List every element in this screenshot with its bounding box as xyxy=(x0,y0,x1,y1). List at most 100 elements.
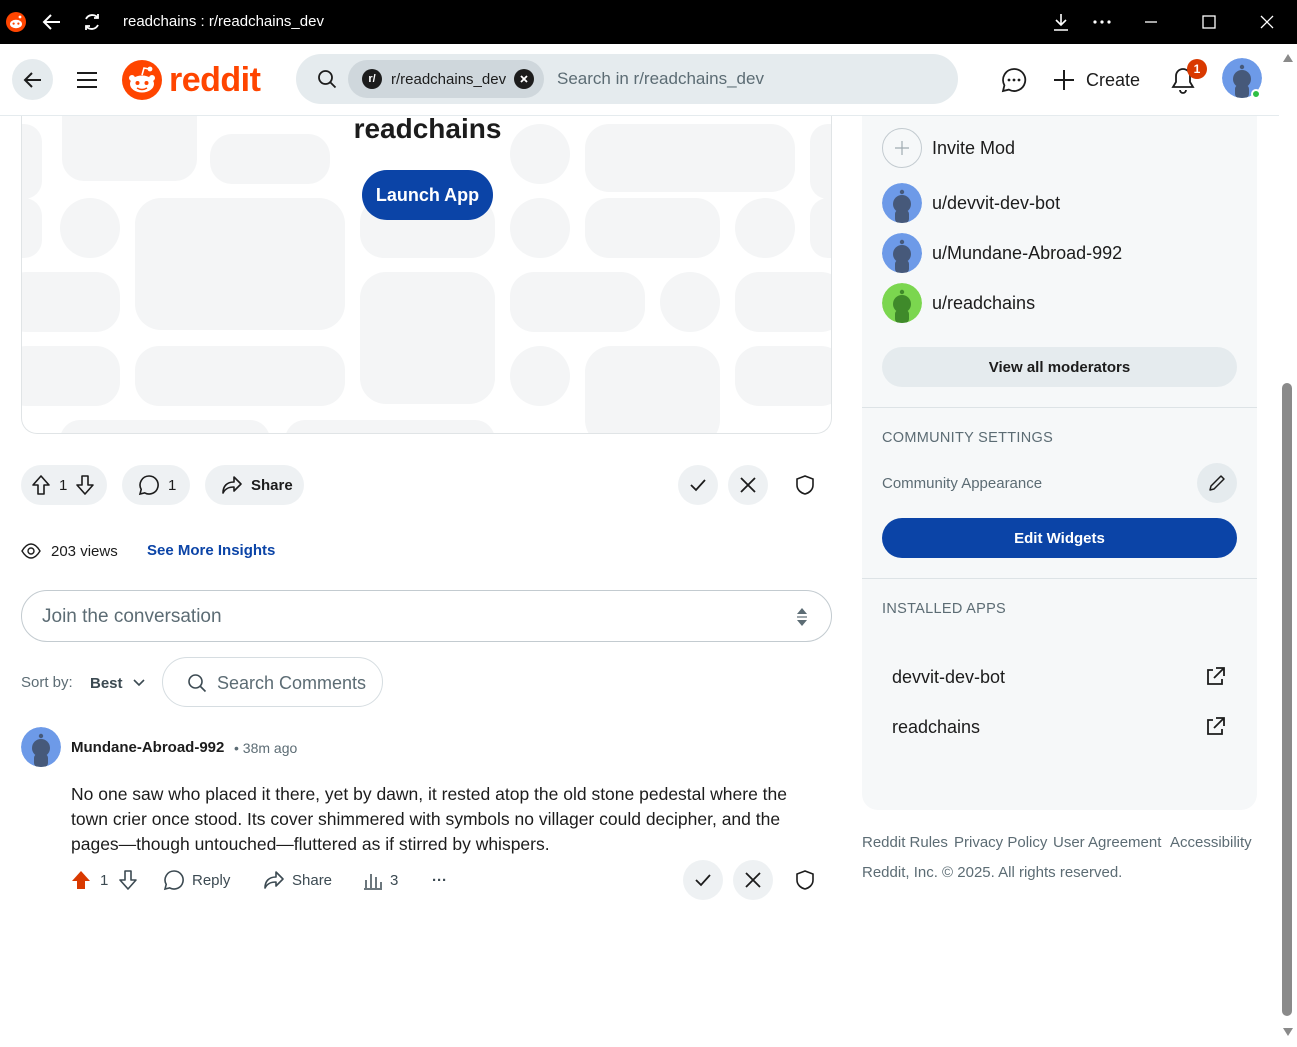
moderator-name[interactable]: u/devvit-dev-bot xyxy=(932,191,1060,215)
edit-appearance-button[interactable] xyxy=(1197,463,1237,503)
comments-button[interactable]: 1 xyxy=(122,465,190,505)
reply-label: Reply xyxy=(192,871,231,889)
eye-views-icon xyxy=(21,543,41,559)
moderator-avatar[interactable] xyxy=(882,283,922,323)
scroll-up-arrow-icon[interactable] xyxy=(1283,54,1293,62)
mod-shield-button[interactable] xyxy=(785,465,825,505)
search-comments-placeholder: Search Comments xyxy=(217,673,367,693)
share-icon xyxy=(222,476,242,494)
comment-author-avatar[interactable] xyxy=(21,727,61,767)
reddit-logo[interactable]: reddit xyxy=(121,58,269,102)
x-icon xyxy=(745,872,761,888)
launch-app-button[interactable]: Launch App xyxy=(362,170,493,220)
installed-apps-title: INSTALLED APPS xyxy=(882,601,1007,617)
footer-link-reddit-rules[interactable]: Reddit Rules xyxy=(862,833,948,853)
notification-badge: 1 xyxy=(1187,59,1207,79)
subreddit-search-chip[interactable]: r/ r/readchains_dev xyxy=(348,60,544,98)
pencil-icon xyxy=(1209,475,1225,491)
sort-by-label: Sort by: xyxy=(21,674,73,691)
close-window-icon[interactable] xyxy=(1254,0,1280,44)
back-button[interactable] xyxy=(12,59,53,100)
comment-insights-count: 3 xyxy=(390,871,399,889)
sort-value: Best xyxy=(90,674,123,692)
sort-dropdown[interactable]: Best xyxy=(90,672,145,694)
minimize-icon[interactable] xyxy=(1138,0,1164,44)
reddit-snoo-icon xyxy=(122,60,162,100)
app-launch-card: readchains Launch App xyxy=(21,116,832,434)
upvote-icon[interactable] xyxy=(31,474,51,496)
see-more-insights-link[interactable]: See More Insights xyxy=(147,540,275,562)
create-button[interactable]: Create xyxy=(1052,64,1140,96)
external-link-icon[interactable] xyxy=(1202,664,1228,690)
invite-mod-link[interactable]: Invite Mod xyxy=(932,136,1015,160)
community-sidebar xyxy=(862,116,1257,810)
more-dots-icon: ··· xyxy=(432,871,447,889)
expand-composer-icon[interactable] xyxy=(796,606,808,628)
footer-link-privacy-policy[interactable]: Privacy Policy xyxy=(954,833,1047,853)
scrollbar-thumb[interactable] xyxy=(1282,383,1292,1016)
remove-post-button[interactable] xyxy=(728,465,768,505)
window-title-bar: readchains : r/readchains_dev xyxy=(0,0,1297,44)
footer-link-accessibility[interactable]: Accessibility xyxy=(1170,833,1252,853)
installed-app-name[interactable]: devvit-dev-bot xyxy=(892,665,1005,689)
comment-composer[interactable]: Join the conversation xyxy=(21,590,832,642)
check-icon xyxy=(690,479,706,492)
moderator-name[interactable]: u/Mundane-Abroad-992 xyxy=(932,241,1122,265)
more-options-icon[interactable] xyxy=(1089,0,1115,44)
moderator-avatar[interactable] xyxy=(882,183,922,223)
downvote-icon[interactable] xyxy=(75,474,95,496)
scroll-down-arrow-icon[interactable] xyxy=(1283,1028,1293,1036)
comment-vote-bar: 1 xyxy=(70,868,138,892)
shield-icon xyxy=(796,870,814,890)
arrow-left-icon xyxy=(23,71,41,88)
browser-back-icon[interactable] xyxy=(38,0,66,44)
comment-more-button[interactable]: ··· xyxy=(432,868,447,892)
comment-mod-shield-button[interactable] xyxy=(785,860,825,900)
chat-bubble-pattern xyxy=(22,116,831,433)
menu-button[interactable] xyxy=(66,59,107,100)
upvote-filled-icon[interactable] xyxy=(70,869,92,891)
browser-refresh-icon[interactable] xyxy=(78,0,106,44)
comment-composer-placeholder: Join the conversation xyxy=(42,606,222,627)
footer-link-user-agreement[interactable]: User Agreement xyxy=(1053,833,1161,853)
view-all-moderators-button[interactable]: View all moderators xyxy=(882,347,1237,387)
share-label: Share xyxy=(251,476,293,494)
sidebar-divider xyxy=(862,578,1257,579)
search-bar[interactable]: r/ r/readchains_dev Search in r/readchai… xyxy=(296,54,958,104)
comment-count: 1 xyxy=(168,476,177,494)
maximize-icon[interactable] xyxy=(1196,0,1222,44)
remove-comment-button[interactable] xyxy=(733,860,773,900)
subreddit-icon: r/ xyxy=(362,69,382,89)
share-button[interactable]: Share xyxy=(205,465,304,505)
chip-remove-icon[interactable] xyxy=(514,69,534,89)
downvote-icon[interactable] xyxy=(118,869,138,891)
moderator-avatar[interactable] xyxy=(882,233,922,273)
comment-share-label: Share xyxy=(292,871,333,889)
reddit-header: reddit r/ r/readchains_dev Search in r/r… xyxy=(0,44,1297,116)
browser-app-icon xyxy=(4,0,28,44)
search-input[interactable]: Search in r/readchains_dev xyxy=(557,54,764,104)
comment-insights-button[interactable]: 3 xyxy=(363,868,398,892)
reply-button[interactable]: Reply xyxy=(163,868,230,892)
comment-share-button[interactable]: Share xyxy=(263,868,332,892)
external-link-icon[interactable] xyxy=(1202,714,1228,740)
comment-author[interactable]: Mundane-Abroad-992 xyxy=(71,737,224,759)
chat-button[interactable] xyxy=(993,59,1034,100)
installed-app-name[interactable]: readchains xyxy=(892,715,980,739)
reddit-wordmark: reddit xyxy=(169,60,261,99)
vote-count: 1 xyxy=(59,476,68,494)
search-icon xyxy=(188,674,207,693)
edit-widgets-button[interactable]: Edit Widgets xyxy=(882,518,1237,558)
community-settings-title: COMMUNITY SETTINGS xyxy=(882,430,1054,446)
moderator-name[interactable]: u/readchains xyxy=(932,291,1035,315)
approve-comment-button[interactable] xyxy=(683,860,723,900)
comment-timestamp: • 38m ago xyxy=(234,740,298,756)
download-icon[interactable] xyxy=(1048,0,1074,44)
chat-icon xyxy=(1001,67,1026,92)
invite-mod-icon[interactable] xyxy=(882,128,922,168)
search-icon xyxy=(316,68,338,90)
approve-post-button[interactable] xyxy=(678,465,718,505)
search-comments-input[interactable]: Search Comments xyxy=(162,657,383,707)
share-icon xyxy=(264,871,284,889)
subreddit-chip-label: r/readchains_dev xyxy=(391,70,507,88)
